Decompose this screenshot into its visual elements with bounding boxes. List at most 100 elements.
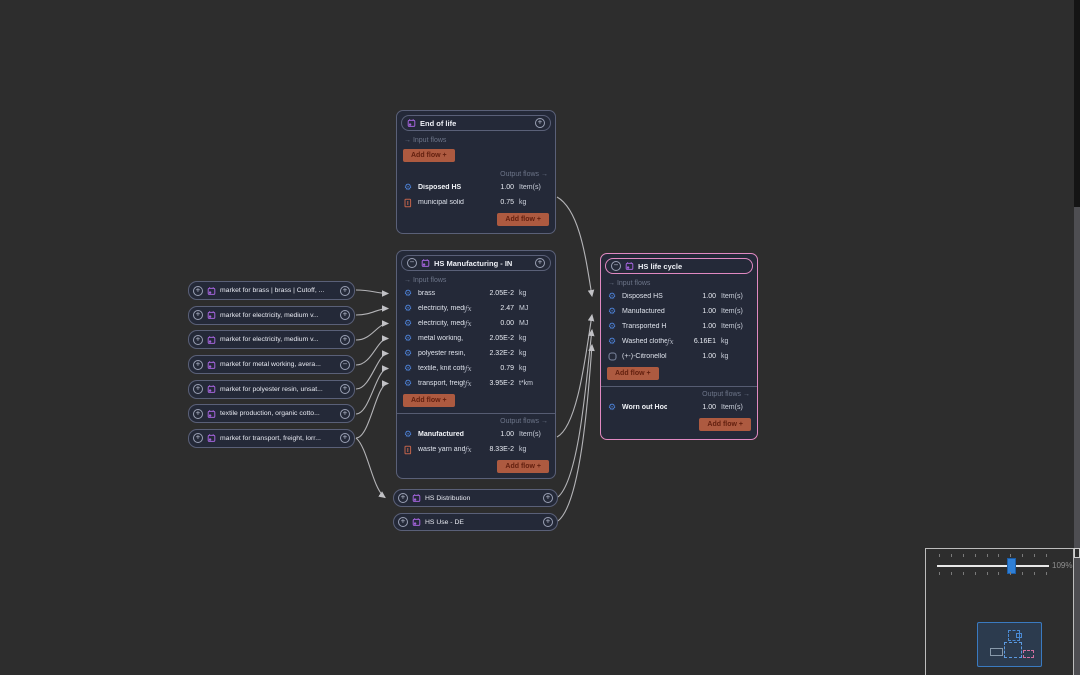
collapse-button[interactable]: − [407,258,417,268]
vertical-scrollbar-thumb[interactable] [1074,207,1080,675]
input-flow-row[interactable]: ⚙transport, freight, lo...ƒx3.95E-2t*km [397,376,555,391]
flow-amount: 1.00 [478,184,514,191]
flow-amount: 8.33E-2 [478,446,514,453]
input-flow-row[interactable]: ⚙brass2.05E-2kg [397,286,555,301]
expand-upstream-button[interactable]: + [193,384,203,394]
node-hs-life-cycle[interactable]: −HS life cycle→ Input flows⚙Disposed HS1… [600,253,758,440]
flow-amount: 1.00 [478,431,514,438]
vertical-scrollbar[interactable] [1074,0,1080,675]
expand-downstream-button[interactable]: + [340,335,350,345]
zoom-slider-track[interactable] [937,565,1049,567]
output-flow-row[interactable]: ⚙Disposed HS1.00Item(s) [397,180,555,195]
expand-upstream-button[interactable]: + [193,335,203,345]
add-input-flow-button[interactable]: Add flow + [403,149,455,162]
expand-upstream-button[interactable]: + [193,409,203,419]
input-flow-row[interactable]: ⚙Manufactured HS1.00Item(s) [601,304,757,319]
expand-upstream-button[interactable]: + [398,493,408,503]
market-node-label: market for metal working, avera... [220,361,336,368]
process-gear-icon: ⚙ [403,304,413,313]
activity-icon [412,493,421,503]
biosphere-flow-icon [607,352,617,361]
flow-amount: 0.00 [478,320,514,327]
add-output-flow-button[interactable]: Add flow + [497,213,549,226]
activity-icon [625,261,634,271]
expand-upstream-button[interactable]: + [193,433,203,443]
flow-name: metal working, aver... [418,335,465,342]
input-flow-row[interactable]: ⚙electricity, medium ...ƒx0.00MJ [397,316,555,331]
market-node[interactable]: +market for electricity, medium v...+ [188,330,355,349]
input-flow-row[interactable]: ⚙textile, knit cottonƒx0.79kg [397,361,555,376]
expand-downstream-button[interactable]: + [543,493,553,503]
flow-amount: 2.32E-2 [478,350,514,357]
market-node[interactable]: +market for electricity, medium v...+ [188,306,355,325]
edge-metal-working [356,339,388,366]
flow-unit: kg [519,335,549,342]
minimap-viewport[interactable] [977,622,1042,667]
flow-unit: Item(s) [721,323,751,330]
activity-icon [207,409,216,419]
add-output-flow-button[interactable]: Add flow + [699,418,751,431]
output-flow-row[interactable]: ⚙Worn out Hooded Swea...1.00Item(s) [601,400,757,415]
input-flows-label: → Input flows [601,276,757,289]
expand-downstream-button[interactable]: + [340,310,350,320]
process-gear-icon: ⚙ [403,349,413,358]
input-flow-row[interactable]: ⚙metal working, aver...2.05E-2kg [397,331,555,346]
expand-upstream-button[interactable]: + [398,517,408,527]
input-flow-row[interactable]: (+-)-Citronellol1.00kg [601,349,757,364]
market-node[interactable]: +textile production, organic cotto...+ [188,404,355,423]
expand-button[interactable]: + [535,118,545,128]
activity-icon [407,118,416,128]
edge-manufacturing-lifecycle [557,315,592,437]
market-node-label: market for brass | brass | Cutoff, ... [220,287,336,294]
output-flow-row[interactable]: waste yarn and wa...ƒx8.33E-2kg [397,442,555,457]
edge-use-lifecycle [558,345,592,521]
input-flow-row[interactable]: ⚙electricity, medium ...ƒx2.47MJ [397,301,555,316]
market-node[interactable]: + market for metal working, avera...− [188,355,355,374]
flow-unit: Item(s) [721,404,751,411]
expand-downstream-button[interactable]: + [340,384,350,394]
expand-downstream-button[interactable]: + [340,409,350,419]
flow-unit: kg [721,353,751,360]
output-flow-row[interactable]: ⚙Manufactured HS1.00Item(s) [397,427,555,442]
market-node[interactable]: + market for transport, freight, lorr... + [188,429,355,448]
flow-unit: kg [519,199,549,206]
expand-upstream-button[interactable]: + [193,286,203,296]
expand-upstream-button[interactable]: + [193,310,203,320]
expand-downstream-button[interactable]: + [543,517,553,527]
process-gear-icon: ⚙ [607,292,617,301]
node-title: HS Manufacturing - IN [434,259,531,268]
edge-electricity-2 [356,324,388,341]
flow-unit: kg [721,338,751,345]
edge-polyester [356,354,388,390]
input-flow-row[interactable]: ⚙Washed clothesƒx6.16E1kg [601,334,757,349]
add-input-flow-button[interactable]: Add flow + [607,367,659,380]
node-hs-use[interactable]: +HS Use - DE+ [393,513,558,531]
expand-downstream-button[interactable]: + [340,286,350,296]
market-node[interactable]: +market for polyester resin, unsat...+ [188,380,355,399]
mini-node [1004,642,1022,658]
formula-icon: ƒx [465,446,478,454]
flow-name: Disposed HS [622,293,667,300]
node-end-of-life[interactable]: End of life+→ Input flowsAdd flow +Outpu… [396,110,556,234]
input-flow-row[interactable]: ⚙Transported HS1.00Item(s) [601,319,757,334]
expand-downstream-button[interactable]: − [340,360,350,370]
activity-icon [207,360,216,370]
node-hs-distribution[interactable]: +HS Distribution+ [393,489,558,507]
output-flows-label: Output flows → [601,387,757,400]
expand-upstream-button[interactable]: + [193,360,203,370]
input-flow-row[interactable]: ⚙Disposed HS1.00Item(s) [601,289,757,304]
mini-node [990,648,1003,656]
input-flow-row[interactable]: ⚙polyester resin, unsa...2.32E-2kg [397,346,555,361]
market-node[interactable]: + market for brass | brass | Cutoff, ... + [188,281,355,300]
output-flow-row[interactable]: municipal solid waste0.75kg [397,195,555,210]
add-input-flow-button[interactable]: Add flow + [403,394,455,407]
flow-name: Washed clothes [622,338,667,345]
collapse-button[interactable]: − [611,261,621,271]
node-hs-manufacturing[interactable]: −HS Manufacturing - IN+→ Input flows⚙bra… [396,250,556,479]
flow-amount: 2.47 [478,305,514,312]
input-flows-label: → Input flows [397,133,555,146]
add-output-flow-button[interactable]: Add flow + [497,460,549,473]
expand-button[interactable]: + [535,258,545,268]
expand-downstream-button[interactable]: + [340,433,350,443]
market-node-label: market for transport, freight, lorr... [220,435,336,442]
